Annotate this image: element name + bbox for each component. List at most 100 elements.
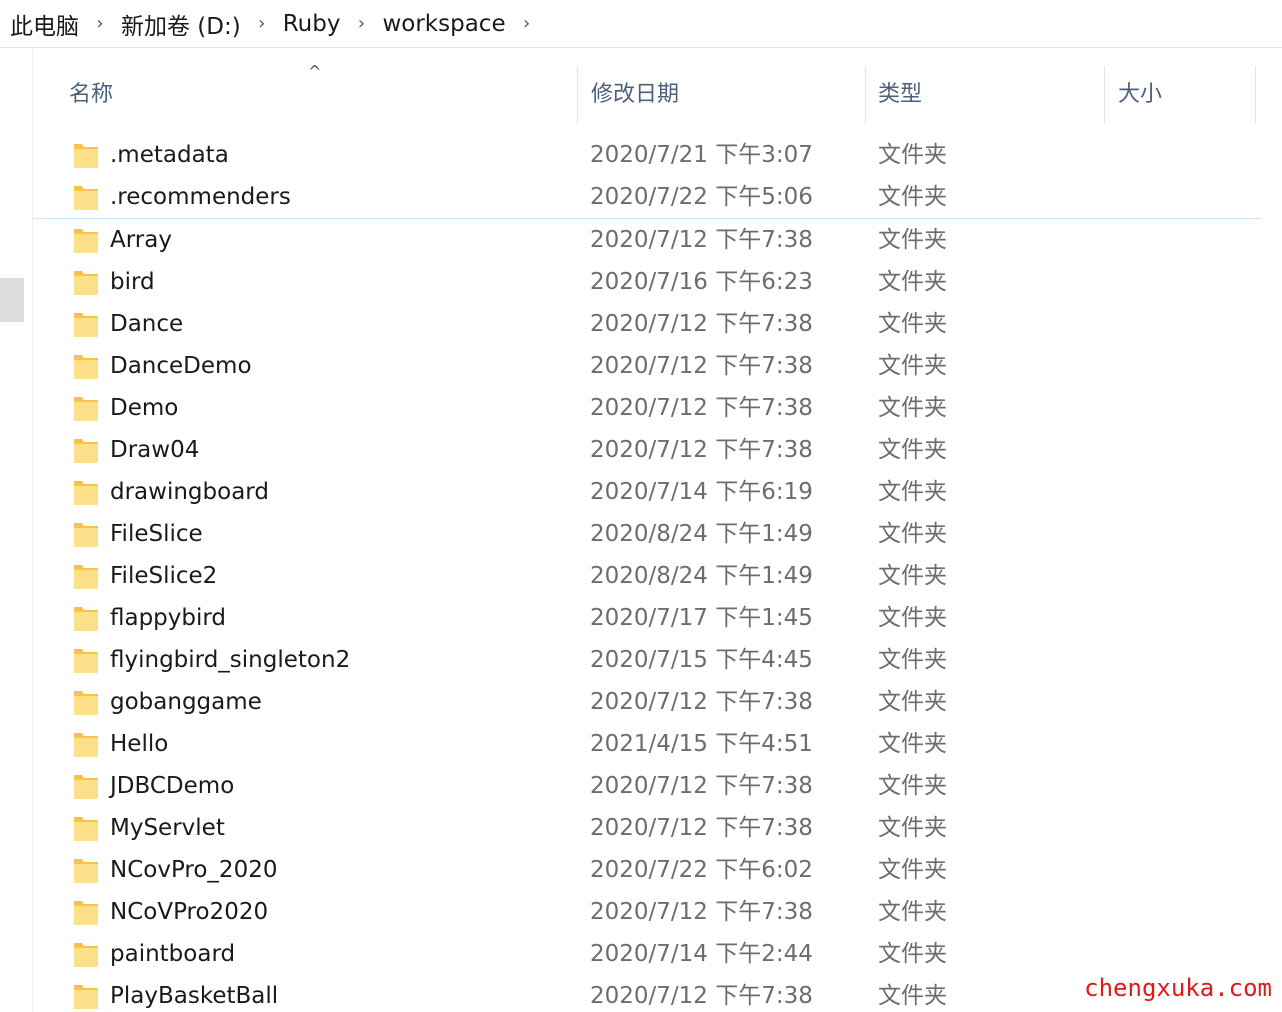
file-row[interactable]: DanceDemo 2020/7/12 下午7:38 文件夹 (33, 345, 1261, 387)
chevron-right-icon[interactable]: › (506, 13, 548, 34)
file-name: JDBCDemo (110, 773, 235, 799)
file-row[interactable]: .recommenders 2020/7/22 下午5:06 文件夹 (33, 176, 1261, 219)
file-modified-date: 2020/7/12 下午7:38 (590, 773, 813, 799)
breadcrumb-item-ruby[interactable]: Ruby (283, 11, 341, 37)
file-modified-date: 2020/8/24 下午1:49 (590, 521, 813, 547)
column-header-date[interactable]: 修改日期 (589, 60, 865, 124)
breadcrumb[interactable]: 此电脑 › 新加卷 (D:) › Ruby › workspace › (0, 0, 1282, 48)
file-name: .metadata (110, 142, 229, 168)
file-modified-date: 2020/7/12 下午7:38 (590, 395, 813, 421)
file-row[interactable]: NCovPro_2020 2020/7/22 下午6:02 文件夹 (33, 849, 1261, 891)
file-type: 文件夹 (878, 857, 947, 883)
file-type: 文件夹 (878, 941, 947, 967)
file-row[interactable]: JDBCDemo 2020/7/12 下午7:38 文件夹 (33, 765, 1261, 807)
file-type: 文件夹 (878, 437, 947, 463)
file-row[interactable]: Hello 2021/4/15 下午4:51 文件夹 (33, 723, 1261, 765)
file-name: drawingboard (110, 479, 269, 505)
file-type: 文件夹 (878, 731, 947, 757)
file-modified-date: 2020/7/17 下午1:45 (590, 605, 813, 631)
file-type: 文件夹 (878, 983, 947, 1009)
folder-icon (74, 733, 98, 757)
file-modified-date: 2020/7/15 下午4:45 (590, 647, 813, 673)
file-type: 文件夹 (878, 142, 947, 168)
file-name: NCovPro_2020 (110, 857, 278, 883)
breadcrumb-item-drive-d[interactable]: 新加卷 (D:) (121, 7, 241, 41)
folder-icon (74, 313, 98, 337)
file-row[interactable]: Dance 2020/7/12 下午7:38 文件夹 (33, 303, 1261, 345)
file-name: Draw04 (110, 437, 200, 463)
chevron-right-icon[interactable]: › (79, 13, 121, 34)
file-name: NCoVPro2020 (110, 899, 269, 925)
file-name: Hello (110, 731, 169, 757)
file-modified-date: 2020/7/22 下午6:02 (590, 857, 813, 883)
breadcrumb-item-workspace[interactable]: workspace (382, 11, 505, 37)
column-header-row: ^ 名称 修改日期 类型 大小 (33, 60, 1267, 124)
file-type: 文件夹 (878, 311, 947, 337)
navigation-pane (0, 48, 33, 1012)
file-modified-date: 2020/7/12 下午7:38 (590, 353, 813, 379)
folder-icon (74, 271, 98, 295)
file-row[interactable]: Array 2020/7/12 下午7:38 文件夹 (33, 219, 1261, 261)
folder-icon (74, 607, 98, 631)
file-row[interactable]: flappybird 2020/7/17 下午1:45 文件夹 (33, 597, 1261, 639)
file-row[interactable]: gobanggame 2020/7/12 下午7:38 文件夹 (33, 681, 1261, 723)
file-type: 文件夹 (878, 184, 947, 210)
folder-icon (74, 397, 98, 421)
file-row[interactable]: .metadata 2020/7/21 下午3:07 文件夹 (33, 134, 1261, 176)
file-row[interactable]: FileSlice2 2020/8/24 下午1:49 文件夹 (33, 555, 1261, 597)
file-row[interactable]: Demo 2020/7/12 下午7:38 文件夹 (33, 387, 1261, 429)
file-type: 文件夹 (878, 689, 947, 715)
file-modified-date: 2020/7/12 下午7:38 (590, 227, 813, 253)
folder-icon (74, 901, 98, 925)
file-type: 文件夹 (878, 773, 947, 799)
folder-icon (74, 565, 98, 589)
column-divider[interactable] (865, 66, 866, 124)
navigation-scrollbar-thumb[interactable] (0, 278, 24, 322)
file-modified-date: 2020/7/14 下午6:19 (590, 479, 813, 505)
file-name: gobanggame (110, 689, 262, 715)
file-row[interactable]: drawingboard 2020/7/14 下午6:19 文件夹 (33, 471, 1261, 513)
file-row[interactable]: Draw04 2020/7/12 下午7:38 文件夹 (33, 429, 1261, 471)
file-type: 文件夹 (878, 815, 947, 841)
column-divider[interactable] (1104, 66, 1105, 124)
folder-icon (74, 355, 98, 379)
file-row[interactable]: bird 2020/7/16 下午6:23 文件夹 (33, 261, 1261, 303)
file-name: flappybird (110, 605, 227, 631)
folder-icon (74, 229, 98, 253)
file-name: Dance (110, 311, 184, 337)
chevron-right-icon[interactable]: › (340, 13, 382, 34)
column-header-size[interactable]: 大小 (1116, 60, 1256, 124)
folder-icon (74, 481, 98, 505)
file-row[interactable]: NCoVPro2020 2020/7/12 下午7:38 文件夹 (33, 891, 1261, 933)
file-type: 文件夹 (878, 269, 947, 295)
file-type: 文件夹 (878, 563, 947, 589)
chevron-right-icon[interactable]: › (241, 13, 283, 34)
folder-icon (74, 649, 98, 673)
file-row[interactable]: FileSlice 2020/8/24 下午1:49 文件夹 (33, 513, 1261, 555)
file-row[interactable]: paintboard 2020/7/14 下午2:44 文件夹 (33, 933, 1261, 975)
file-name: flyingbird_singleton2 (110, 647, 351, 673)
column-divider[interactable] (1255, 66, 1256, 124)
file-modified-date: 2020/7/12 下午7:38 (590, 815, 813, 841)
file-name: PlayBasketBall (110, 983, 279, 1009)
breadcrumb-item-this-pc[interactable]: 此电脑 (10, 7, 79, 41)
file-modified-date: 2020/7/21 下午3:07 (590, 142, 813, 168)
column-header-name[interactable]: 名称 (67, 60, 577, 124)
file-modified-date: 2021/4/15 下午4:51 (590, 731, 813, 757)
folder-icon (74, 691, 98, 715)
folder-icon (74, 817, 98, 841)
folder-icon (74, 523, 98, 547)
file-row[interactable]: PlayBasketBall 2020/7/12 下午7:38 文件夹 (33, 975, 1261, 1012)
file-modified-date: 2020/7/14 下午2:44 (590, 941, 813, 967)
file-name: .recommenders (110, 184, 291, 210)
file-modified-date: 2020/7/22 下午5:06 (590, 184, 813, 210)
file-modified-date: 2020/7/12 下午7:38 (590, 311, 813, 337)
column-divider[interactable] (577, 66, 578, 124)
file-name: Demo (110, 395, 179, 421)
file-name: FileSlice2 (110, 563, 218, 589)
file-row[interactable]: flyingbird_singleton2 2020/7/15 下午4:45 文件夹 (33, 639, 1261, 681)
file-row[interactable]: MyServlet 2020/7/12 下午7:38 文件夹 (33, 807, 1261, 849)
column-header-type[interactable]: 类型 (876, 60, 1104, 124)
folder-icon (74, 186, 98, 210)
file-type: 文件夹 (878, 227, 947, 253)
